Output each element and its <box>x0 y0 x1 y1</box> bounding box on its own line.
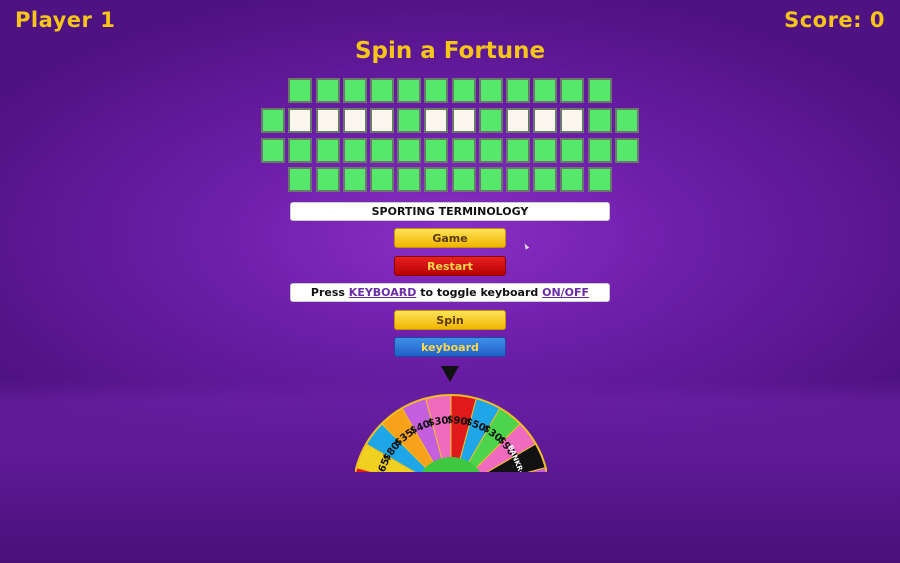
letter-tile <box>342 108 367 133</box>
empty-tile <box>478 167 503 192</box>
wheel-pointer-icon <box>441 366 459 382</box>
keyboard-hint: Press KEYBOARD to toggle keyboard ON/OFF <box>290 283 610 302</box>
empty-tile <box>478 108 503 133</box>
empty-tile <box>478 138 503 163</box>
empty-tile <box>370 167 394 192</box>
spin-button[interactable]: Spin <box>394 310 506 330</box>
game-button[interactable]: Game <box>394 228 506 248</box>
letter-tile <box>560 108 585 133</box>
empty-tile <box>261 138 286 163</box>
empty-tile <box>451 138 476 163</box>
empty-tile <box>370 78 394 103</box>
score-label: Score: 0 <box>784 8 885 32</box>
empty-tile <box>288 167 313 192</box>
mouse-cursor-icon <box>522 242 530 250</box>
letter-tile <box>370 108 394 133</box>
empty-tile <box>370 138 394 163</box>
empty-tile <box>560 78 585 103</box>
empty-tile <box>397 78 422 103</box>
empty-tile <box>397 138 422 163</box>
empty-tile <box>288 78 313 103</box>
empty-tile <box>315 78 340 103</box>
letter-tile <box>424 108 449 133</box>
keyboard-link[interactable]: KEYBOARD <box>349 286 417 299</box>
empty-tile <box>424 138 449 163</box>
game-title: Spin a Fortune <box>354 38 546 64</box>
empty-tile <box>506 138 530 163</box>
empty-tile <box>424 167 449 192</box>
empty-tile <box>342 138 367 163</box>
letter-tile <box>288 108 313 133</box>
empty-tile <box>342 167 367 192</box>
empty-tile <box>397 167 422 192</box>
letter-tile <box>533 108 558 133</box>
restart-button[interactable]: Restart <box>394 256 506 276</box>
player-label: Player 1 <box>15 8 116 32</box>
empty-tile <box>506 167 530 192</box>
hint-middle-text: to toggle keyboard <box>416 286 543 299</box>
empty-tile <box>587 78 612 103</box>
empty-tile <box>533 138 558 163</box>
empty-tile <box>288 138 313 163</box>
empty-tile <box>506 78 530 103</box>
empty-tile <box>397 108 422 133</box>
empty-tile <box>587 138 612 163</box>
fortune-wheel[interactable]: $600$650$800$350$400$300$900$500$300$900… <box>355 368 547 472</box>
empty-tile <box>587 167 612 192</box>
letter-tile <box>315 108 340 133</box>
onoff-link[interactable]: ON/OFF <box>542 286 589 299</box>
empty-tile <box>261 108 286 133</box>
empty-tile <box>533 78 558 103</box>
empty-tile <box>560 167 585 192</box>
empty-tile <box>315 138 340 163</box>
empty-tile <box>614 108 639 133</box>
empty-tile <box>614 138 639 163</box>
empty-tile <box>451 78 476 103</box>
empty-tile <box>560 138 585 163</box>
empty-tile <box>342 78 367 103</box>
empty-tile <box>451 167 476 192</box>
category-bar: SPORTING TERMINOLOGY <box>290 202 610 221</box>
hint-press-text: Press <box>310 286 349 299</box>
empty-tile <box>587 108 612 133</box>
empty-tile <box>315 167 340 192</box>
keyboard-button[interactable]: keyboard <box>394 337 506 357</box>
wheel-svg: $600$650$800$350$400$300$900$500$300$900… <box>355 394 547 472</box>
letter-tile <box>451 108 476 133</box>
letter-tile <box>506 108 530 133</box>
empty-tile <box>478 78 503 103</box>
empty-tile <box>424 78 449 103</box>
empty-tile <box>533 167 558 192</box>
